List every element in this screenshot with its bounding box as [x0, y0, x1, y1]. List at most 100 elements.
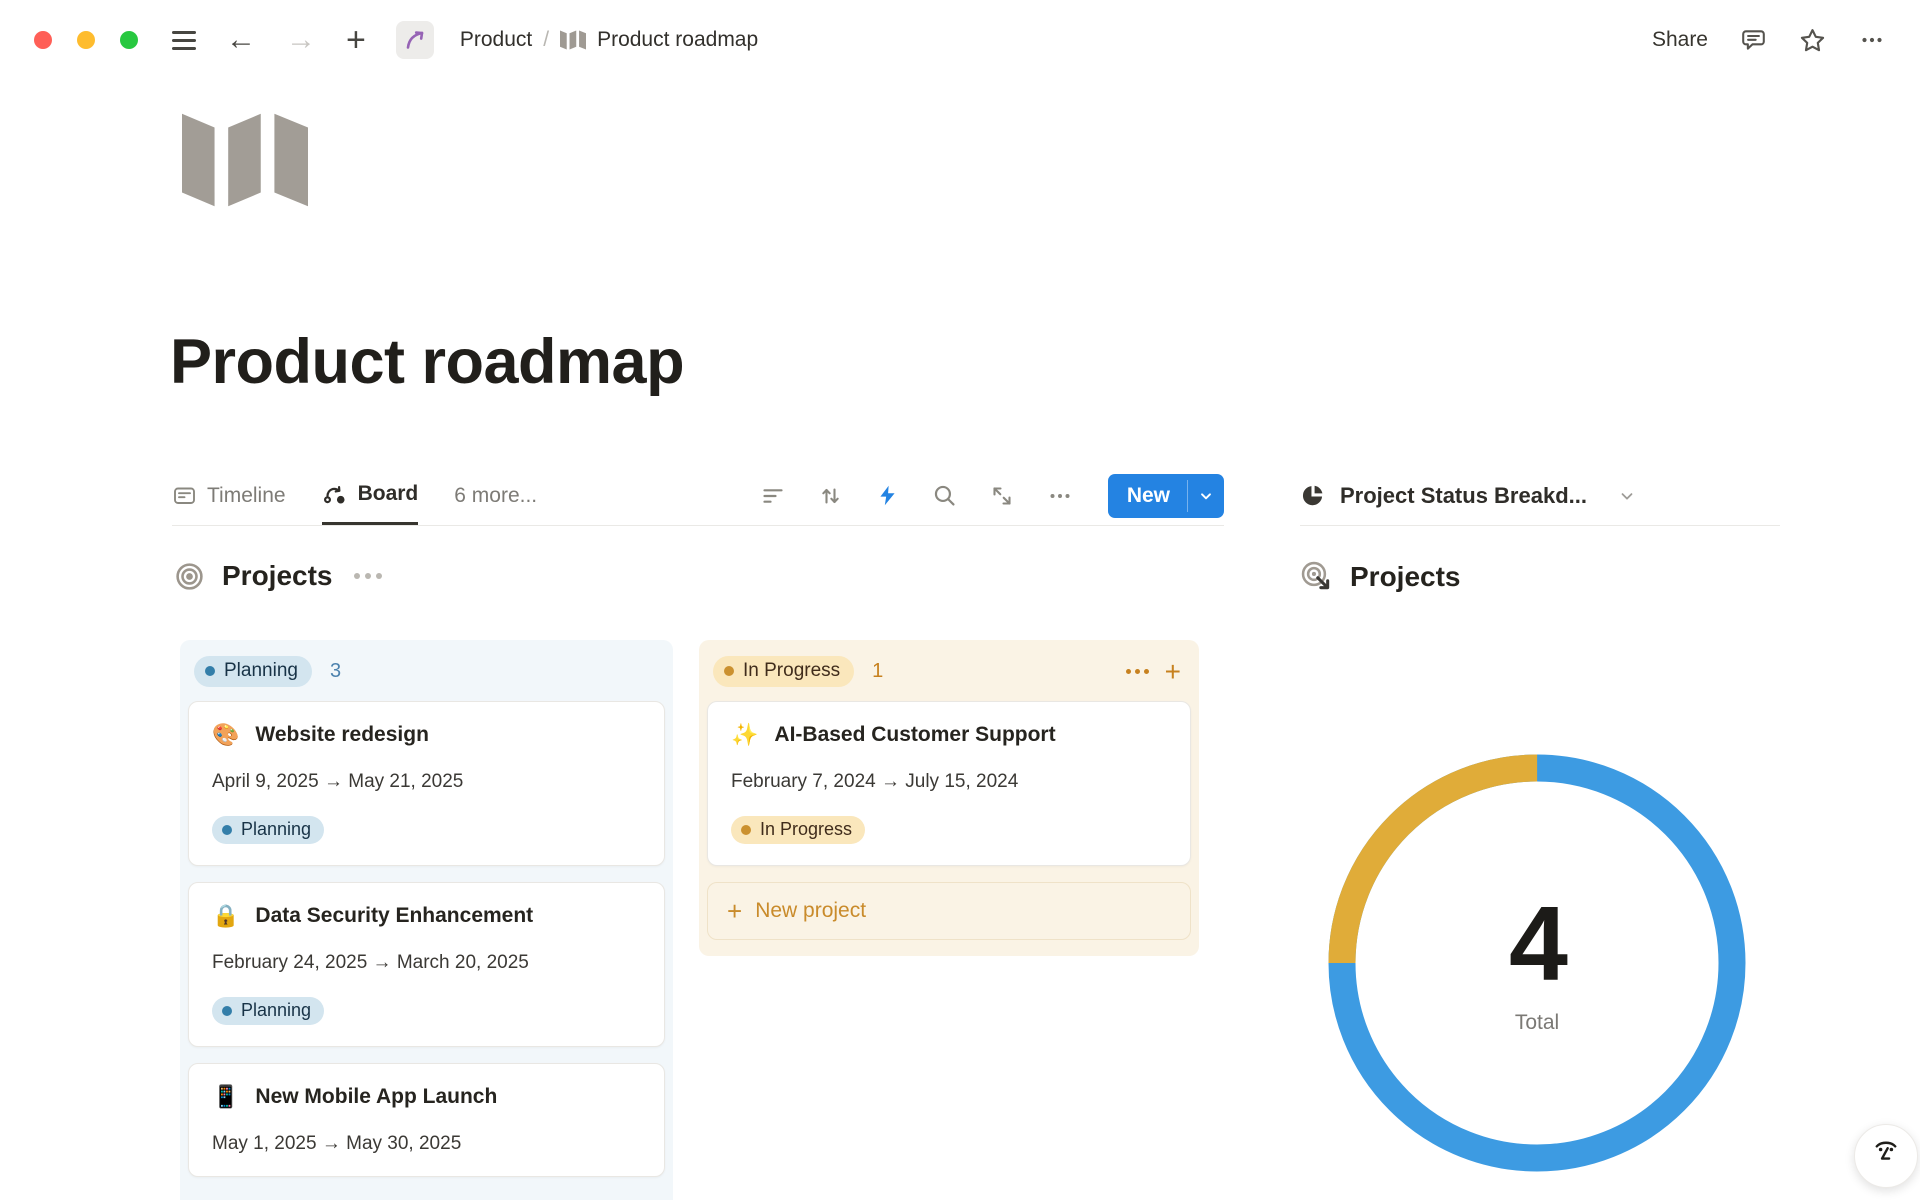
sparkles-emoji-icon: ✨: [731, 724, 758, 746]
automation-lightning-icon[interactable]: [876, 483, 899, 508]
pie-chart-icon: [1300, 483, 1325, 508]
window-toolbar: ← → + Product / Product roadmap: [0, 0, 1920, 80]
page-icon-map[interactable]: [182, 112, 308, 213]
status-donut-chart: 4 Total: [1316, 742, 1758, 1184]
tab-more-label: 6 more...: [454, 484, 537, 508]
tab-timeline-label: Timeline: [207, 484, 286, 508]
board-view-icon: [322, 482, 348, 507]
plus-icon: +: [727, 898, 742, 924]
new-project-label: New project: [755, 899, 866, 923]
card-status-label: In Progress: [760, 819, 852, 840]
breadcrumb: Product / Product roadmap: [460, 28, 758, 52]
new-button-caret[interactable]: [1188, 474, 1224, 518]
board-heading-label[interactable]: Projects: [222, 560, 333, 592]
column-add-icon[interactable]: +: [1165, 658, 1181, 686]
card-date-range: May 1, 2025 → May 30, 2025: [212, 1133, 641, 1155]
column-in-progress-count: 1: [872, 660, 883, 683]
card-title: AI-Based Customer Support: [774, 723, 1055, 747]
column-planning-tag[interactable]: Planning: [194, 656, 312, 687]
workspace-template-icon[interactable]: [396, 21, 434, 59]
card-title: Data Security Enhancement: [255, 904, 533, 928]
card-title: Website redesign: [255, 723, 429, 747]
breadcrumb-separator: /: [543, 28, 549, 52]
column-planning: Planning 3 🎨 Website redesign April 9, 2…: [180, 640, 673, 1200]
status-dot: [222, 825, 232, 835]
card-data-security[interactable]: 🔒 Data Security Enhancement February 24,…: [188, 882, 665, 1047]
target-icon: [174, 561, 205, 592]
back-arrow-icon[interactable]: ←: [226, 25, 256, 55]
donut-total-label: Total: [1515, 1011, 1559, 1035]
tab-board[interactable]: Board: [322, 466, 419, 525]
card-status-tag: Planning: [212, 997, 324, 1025]
card-date-range: February 7, 2024 → July 15, 2024: [731, 771, 1167, 793]
column-planning-header: Planning 3: [188, 648, 665, 701]
board-source-heading: Projects: [174, 560, 382, 592]
zoom-window-button[interactable]: [120, 31, 138, 49]
card-website-redesign[interactable]: 🎨 Website redesign April 9, 2025 → May 2…: [188, 701, 665, 866]
column-options-icon[interactable]: [1126, 669, 1149, 674]
tab-more-views[interactable]: 6 more...: [454, 466, 537, 525]
column-in-progress-header: In Progress 1 +: [707, 648, 1191, 701]
linked-target-icon: [1300, 560, 1333, 593]
new-tab-icon[interactable]: +: [346, 23, 366, 57]
share-button[interactable]: Share: [1652, 28, 1708, 52]
column-planning-label: Planning: [224, 660, 298, 682]
card-status-tag: In Progress: [731, 816, 865, 844]
card-date-range: February 24, 2025 → March 20, 2025: [212, 952, 641, 974]
column-in-progress-label: In Progress: [743, 660, 840, 682]
status-dot: [724, 666, 734, 676]
view-options-icon[interactable]: [1047, 484, 1073, 508]
page-title[interactable]: Product roadmap: [170, 326, 684, 398]
donut-total-value: 4: [1509, 891, 1565, 997]
breadcrumb-root[interactable]: Product: [460, 28, 532, 52]
column-planning-count: 3: [330, 660, 341, 683]
mobile-phone-emoji-icon: 📱: [212, 1086, 239, 1108]
new-project-button[interactable]: + New project: [707, 882, 1191, 940]
expand-icon[interactable]: [990, 484, 1014, 508]
purple-dart-icon: [403, 28, 427, 52]
status-dot: [741, 825, 751, 835]
column-in-progress-tag[interactable]: In Progress: [713, 656, 854, 687]
ai-face-icon: [1870, 1139, 1902, 1173]
board-columns: Planning 3 🎨 Website redesign April 9, 2…: [180, 640, 1199, 1200]
search-icon[interactable]: [932, 483, 957, 508]
map-page-icon-small: [560, 29, 586, 51]
tab-board-label: Board: [358, 482, 419, 506]
notion-ai-button[interactable]: [1854, 1124, 1918, 1188]
card-status-label: Planning: [241, 819, 311, 840]
minimize-window-button[interactable]: [77, 31, 95, 49]
status-dot: [222, 1006, 232, 1016]
comments-icon[interactable]: [1740, 27, 1767, 53]
view-tab-bar: Timeline Board 6 more...: [172, 466, 1224, 526]
app-window: ← → + Product / Product roadmap: [0, 0, 1920, 1200]
chart-panel-tab[interactable]: Project Status Breakd...: [1300, 466, 1780, 526]
forward-arrow-icon[interactable]: →: [286, 25, 316, 55]
donut-center: 4 Total: [1316, 742, 1758, 1184]
more-options-icon[interactable]: [1858, 28, 1886, 52]
card-ai-support[interactable]: ✨ AI-Based Customer Support February 7, …: [707, 701, 1191, 866]
favorite-star-icon[interactable]: [1799, 27, 1826, 54]
palette-emoji-icon: 🎨: [212, 724, 239, 746]
chart-heading-label[interactable]: Projects: [1350, 561, 1461, 593]
lock-emoji-icon: 🔒: [212, 905, 239, 927]
tab-timeline[interactable]: Timeline: [172, 466, 286, 525]
breadcrumb-current[interactable]: Product roadmap: [597, 28, 758, 52]
card-title: New Mobile App Launch: [255, 1085, 497, 1109]
chevron-down-icon[interactable]: [1618, 487, 1636, 505]
close-window-button[interactable]: [34, 31, 52, 49]
chart-panel-title: Project Status Breakd...: [1340, 483, 1587, 509]
new-button-label[interactable]: New: [1108, 474, 1187, 518]
sidebar-menu-icon[interactable]: [172, 31, 196, 50]
card-status-tag: Planning: [212, 816, 324, 844]
status-dot: [205, 666, 215, 676]
new-button[interactable]: New: [1108, 474, 1224, 518]
chevron-down-icon: [1198, 488, 1214, 504]
card-status-label: Planning: [241, 1000, 311, 1021]
view-toolbar: New: [761, 474, 1224, 518]
card-mobile-app[interactable]: 📱 New Mobile App Launch May 1, 2025 → Ma…: [188, 1063, 665, 1177]
filter-icon[interactable]: [761, 484, 785, 508]
board-heading-options-icon[interactable]: [354, 573, 382, 579]
column-in-progress: In Progress 1 + ✨ AI-Based Customer Supp…: [699, 640, 1199, 956]
sort-icon[interactable]: [818, 484, 843, 508]
chart-source-heading: Projects: [1300, 560, 1461, 593]
